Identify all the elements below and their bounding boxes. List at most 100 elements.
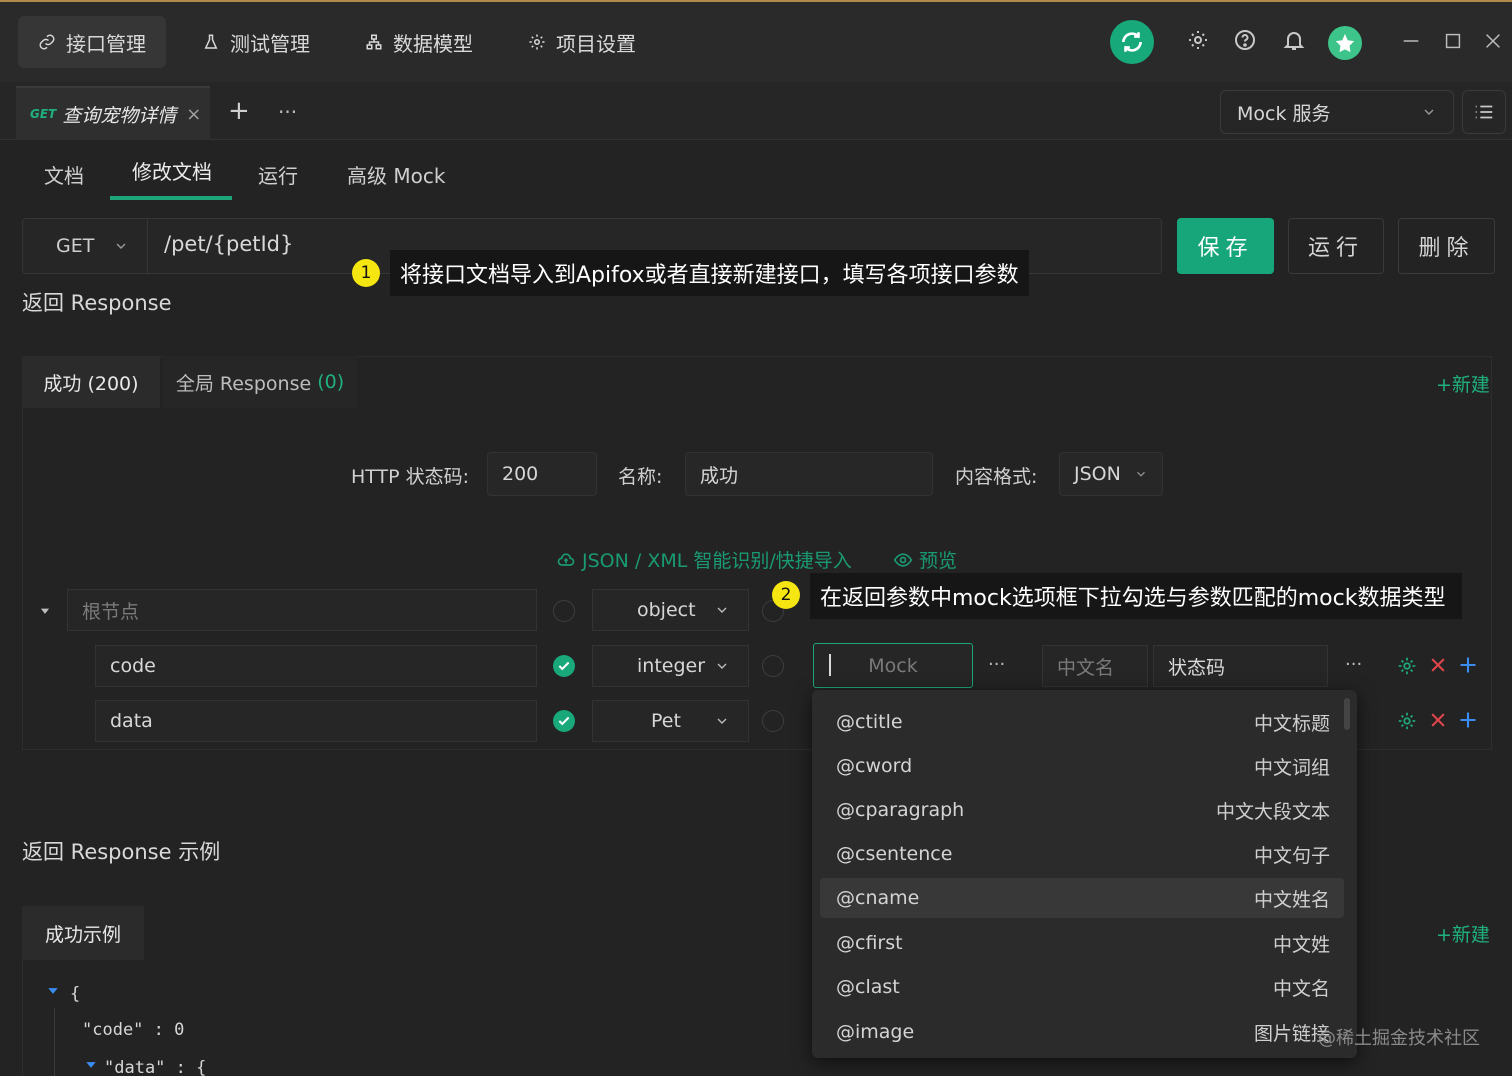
document-tab[interactable]: GET 查询宠物详情 ×	[16, 86, 210, 140]
gear-icon	[529, 34, 545, 50]
collapse-toggle-icon[interactable]	[84, 1058, 98, 1072]
type-select-data[interactable]: Pet	[592, 700, 749, 742]
mock-service-label: Mock 服务	[1237, 102, 1331, 125]
mock-option[interactable]: @image 图片链接	[820, 1012, 1344, 1052]
description-input[interactable]: 状态码	[1153, 645, 1328, 687]
mock-option-desc: 中文句子	[1253, 844, 1330, 867]
maximize-icon[interactable]	[1442, 30, 1464, 52]
type-value: integer	[637, 655, 706, 677]
close-icon[interactable]: ×	[186, 104, 201, 125]
add-row-icon[interactable]	[1458, 710, 1478, 730]
new-example-button[interactable]: +新建	[1436, 920, 1490, 947]
required-checkbox[interactable]	[553, 655, 575, 677]
mock-option[interactable]: @cparagraph 中文大段文本	[820, 790, 1344, 830]
smart-import-label: JSON / XML 智能识别/快捷导入	[582, 550, 852, 572]
gear-icon[interactable]	[1396, 710, 1418, 732]
mock-option-value: @cname	[836, 887, 920, 909]
avatar[interactable]	[1328, 26, 1362, 60]
nav-label: 数据模型	[393, 31, 473, 56]
mock-input[interactable]: Mock	[813, 643, 973, 688]
active-tab-indicator	[110, 196, 232, 200]
mock-option-highlighted[interactable]: @cname 中文姓名	[820, 878, 1344, 918]
mock-option[interactable]: @csentence 中文句子	[820, 834, 1344, 874]
mock-option-desc: 中文姓名	[1253, 888, 1330, 911]
callout-badge-2: 2	[772, 581, 800, 609]
nullable-checkbox[interactable]	[762, 710, 784, 732]
mock-option[interactable]: @cfirst 中文姓	[820, 923, 1344, 963]
nav-project-settings[interactable]: 项目设置	[508, 16, 656, 68]
subtab-docs[interactable]: 文档	[44, 160, 84, 189]
status-code-label: HTTP 状态码:	[351, 466, 470, 488]
tab-success-200[interactable]: 成功 (200)	[22, 356, 160, 408]
content-format-label: 内容格式:	[955, 466, 1038, 488]
collapse-toggle-icon[interactable]	[38, 604, 52, 618]
type-select-root[interactable]: object	[592, 589, 749, 631]
subtab-advanced-mock[interactable]: 高级 Mock	[347, 160, 445, 189]
subtab-edit-docs[interactable]: 修改文档	[132, 156, 212, 185]
root-node-input[interactable]: 根节点	[67, 589, 537, 631]
chinese-name-input[interactable]: 中文名	[1042, 645, 1148, 687]
preview-link[interactable]: 预览	[893, 546, 957, 573]
nav-label: 接口管理	[66, 31, 146, 56]
method-select[interactable]: GET	[22, 218, 148, 274]
field-name-data[interactable]: data	[95, 700, 537, 742]
add-tab-button[interactable]: +	[228, 96, 250, 126]
minimize-icon[interactable]	[1400, 30, 1422, 52]
delete-row-icon[interactable]	[1428, 710, 1448, 730]
mock-option[interactable]: @clast 中文名	[820, 967, 1344, 1007]
refresh-button[interactable]	[1110, 20, 1154, 64]
delete-button[interactable]: 删除	[1398, 218, 1495, 274]
add-row-icon[interactable]	[1458, 655, 1478, 675]
eye-icon	[893, 552, 913, 567]
required-checkbox[interactable]	[553, 710, 575, 732]
code-line: "data" : {	[104, 1058, 207, 1076]
help-icon[interactable]	[1233, 28, 1257, 52]
type-select-code[interactable]: integer	[592, 645, 749, 687]
collapse-toggle-icon[interactable]	[46, 984, 60, 998]
new-response-button[interactable]: +新建	[1436, 370, 1490, 397]
bell-icon[interactable]	[1282, 28, 1306, 52]
cloud-icon	[557, 552, 575, 566]
url-path-input[interactable]: /pet/{petId}	[164, 232, 293, 256]
tab-success-example[interactable]: 成功示例	[22, 906, 144, 960]
chevron-down-icon	[116, 243, 126, 249]
mock-option-value: @cparagraph	[836, 799, 965, 821]
chevron-down-icon	[717, 663, 727, 669]
mock-option-value: @cfirst	[836, 932, 903, 954]
mock-option[interactable]: @cword 中文词组	[820, 746, 1344, 786]
save-button[interactable]: 保存	[1177, 218, 1274, 274]
hierarchy-icon	[366, 34, 382, 50]
close-window-icon[interactable]	[1482, 30, 1504, 52]
name-input[interactable]: 成功	[685, 452, 933, 496]
gear-icon[interactable]	[1396, 655, 1418, 677]
mock-placeholder: Mock	[868, 654, 918, 677]
subtab-run[interactable]: 运行	[258, 160, 298, 189]
tab-title: 查询宠物详情	[62, 104, 177, 127]
nav-data-model[interactable]: 数据模型	[345, 16, 493, 68]
row-more-button[interactable]: ···	[1345, 654, 1362, 675]
list-view-button[interactable]	[1462, 90, 1506, 134]
content-format-select[interactable]: JSON	[1059, 452, 1163, 496]
callout-1: 将接口文档导入到Apifox或者直接新建接口，填写各项接口参数	[390, 250, 1029, 296]
run-button[interactable]: 运行	[1288, 218, 1384, 274]
required-checkbox[interactable]	[553, 600, 575, 622]
mock-option-value: @clast	[836, 976, 900, 998]
settings-icon[interactable]	[1186, 28, 1210, 52]
smart-import-link[interactable]: JSON / XML 智能识别/快捷导入	[556, 546, 852, 573]
name-label: 名称:	[618, 466, 663, 488]
flask-icon	[204, 34, 218, 49]
mock-option[interactable]: @ctitle 中文标题	[820, 702, 1344, 742]
callout-2: 在返回参数中mock选项框下拉勾选与参数匹配的mock数据类型	[810, 573, 1462, 619]
delete-row-icon[interactable]	[1428, 655, 1448, 675]
nav-test-management[interactable]: 测试管理	[182, 16, 330, 68]
more-tabs-button[interactable]: ···	[278, 100, 297, 124]
nav-api-management[interactable]: 接口管理	[18, 16, 166, 68]
mock-more-button[interactable]: ···	[988, 654, 1005, 675]
type-value: Pet	[651, 710, 681, 732]
status-code-input[interactable]: 200	[487, 452, 597, 496]
field-name-code[interactable]: code	[95, 645, 537, 687]
mock-service-select[interactable]: Mock 服务	[1220, 90, 1454, 134]
tab-global-response[interactable]: 全局 Response (0)	[162, 356, 358, 408]
dropdown-scrollbar[interactable]	[1344, 698, 1350, 730]
nullable-checkbox[interactable]	[762, 655, 784, 677]
